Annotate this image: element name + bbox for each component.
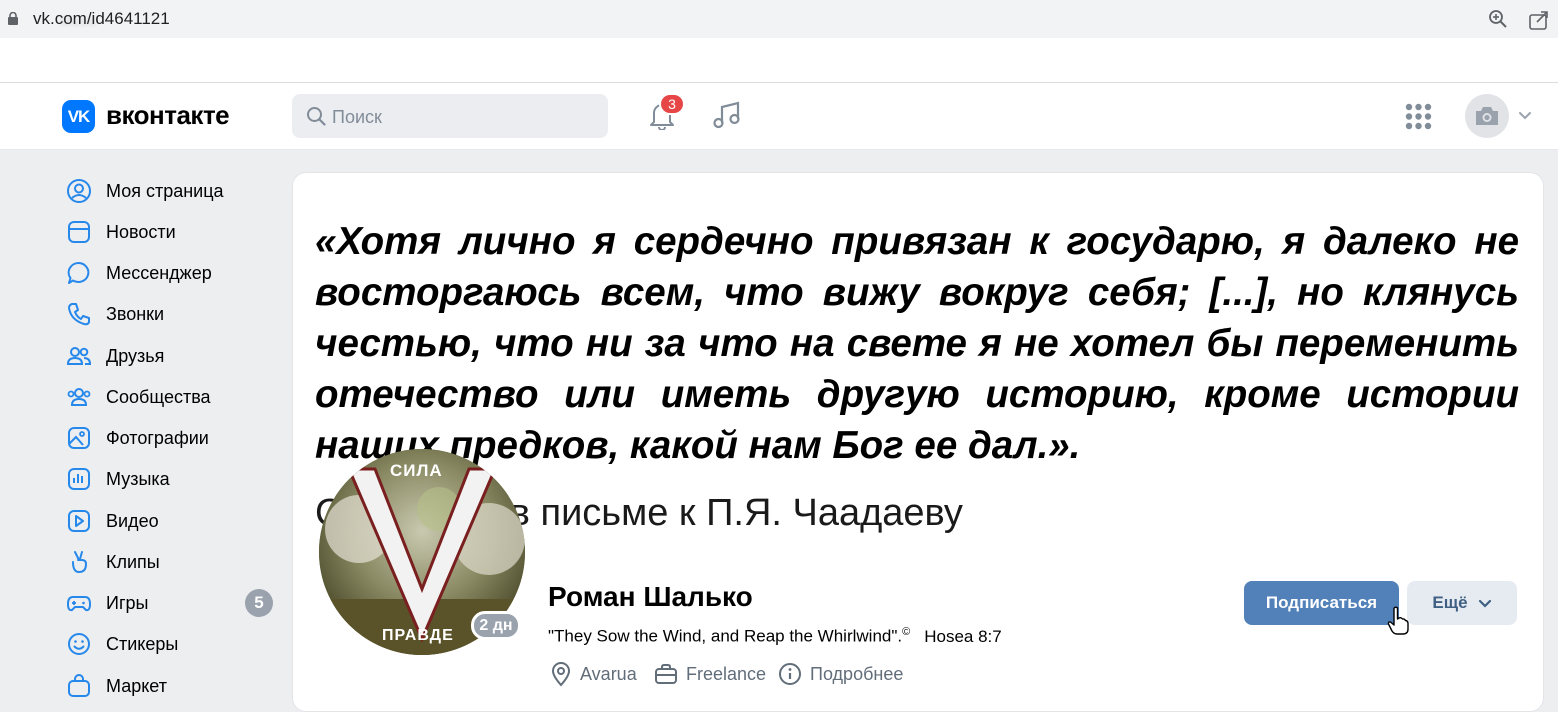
clips-icon: [72, 551, 88, 574]
sidebar-item-label: Моя страница: [106, 180, 224, 201]
sidebar-item-label: Звонки: [106, 303, 165, 324]
hand-cursor-icon: [1387, 606, 1409, 635]
last-seen-badge: 2 дн: [471, 611, 521, 640]
more-details-text: Подробнее: [810, 663, 904, 684]
sidebar-item-calls[interactable]: Звонки: [62, 296, 282, 332]
sidebar-item-label: Маркет: [106, 675, 167, 696]
phone-icon: [68, 303, 90, 326]
sidebar-item-label: Стикеры: [106, 633, 179, 654]
camera-icon: [1476, 107, 1498, 125]
subscribe-button[interactable]: Подписаться: [1244, 581, 1399, 625]
status-verse: Hosea 8:7: [924, 626, 1002, 646]
sidebar-item-label: Друзья: [106, 345, 165, 366]
sidebar-item-label: Клипы: [106, 551, 160, 572]
sidebar-item-market[interactable]: Маркет: [62, 668, 282, 704]
message-icon: [67, 261, 90, 284]
url-field[interactable]: vk.com/id4641121: [33, 9, 170, 29]
sidebar-item-friends[interactable]: Друзья: [62, 338, 282, 374]
avatar-bottom-text: ПРАВДЕ: [382, 627, 454, 644]
sidebar-item-stickers[interactable]: Стикеры: [62, 626, 282, 662]
status-copyright-mark: ©: [902, 626, 911, 638]
avatar-top-text: СИЛА: [390, 461, 443, 480]
bookmark-item[interactable]: Music: [60, 13, 97, 29]
chevron-down-icon: [1478, 599, 1491, 608]
sidebar-item-label: Фотографии: [106, 427, 209, 448]
sidebar-item-my-page[interactable]: Моя страница: [62, 173, 282, 209]
communities-icon: [67, 388, 91, 406]
sidebar-item-label: Мессенджер: [106, 262, 212, 283]
sidebar-item-video[interactable]: Видео: [62, 503, 282, 539]
search-icon: [307, 107, 326, 126]
notification-badge: 3: [659, 93, 685, 115]
info-job[interactable]: Freelance: [654, 661, 766, 687]
bag-icon: [68, 674, 90, 697]
music-icon[interactable]: [712, 100, 742, 130]
info-icon: [779, 663, 801, 685]
sidebar-item-label: Музыка: [106, 468, 170, 489]
user-circle-icon: [67, 179, 91, 203]
profile-status: "They Sow the Wind, and Reap the Whirlwi…: [548, 626, 1002, 647]
photo-icon: [68, 427, 90, 449]
apps-grid-icon[interactable]: [1405, 103, 1432, 130]
friends-icon: [66, 347, 92, 365]
briefcase-icon: [655, 664, 677, 684]
search-input[interactable]: [330, 102, 594, 132]
job-text: Freelance: [686, 663, 767, 684]
vk-header: [0, 83, 1558, 150]
gamepad-icon: [67, 596, 91, 612]
sidebar-item-label: Игры: [106, 592, 149, 613]
smile-icon: [68, 633, 90, 655]
vk-logo[interactable]: VK: [62, 100, 95, 133]
bookmarks-bar: [0, 38, 1558, 83]
cover-quote: «Хотя лично я сердечно привязан к госуда…: [315, 220, 1519, 467]
video-icon: [68, 510, 90, 532]
zoom-icon[interactable]: [1488, 9, 1508, 29]
info-location[interactable]: Avarua: [550, 661, 637, 687]
browser-address-bar: [0, 0, 1558, 38]
chevron-down-icon[interactable]: [1518, 110, 1532, 120]
sidebar-item-music[interactable]: Музыка: [62, 461, 282, 497]
sidebar-item-label: Новости: [106, 221, 176, 242]
location-text: Avarua: [580, 663, 637, 684]
sidebar-item-communities[interactable]: Сообщества: [62, 379, 282, 415]
profile-name: Роман Шалько: [548, 581, 753, 612]
lock-icon: [8, 12, 18, 25]
vk-wordmark[interactable]: вконтакте: [106, 100, 230, 131]
status-text: "They Sow the Wind, and Reap the Whirlwi…: [548, 626, 903, 646]
music-chart-icon: [68, 468, 90, 490]
sidebar-item-messenger[interactable]: Мессенджер: [62, 255, 282, 291]
sidebar-item-clips[interactable]: Клипы: [62, 544, 282, 580]
sidebar-item-label: Сообщества: [106, 386, 211, 407]
sidebar-item-label: Видео: [106, 510, 159, 531]
share-icon[interactable]: [1528, 9, 1550, 31]
sidebar-item-news[interactable]: Новости: [62, 214, 282, 250]
more-button[interactable]: Ещё: [1407, 581, 1517, 625]
info-more-details[interactable]: Подробнее: [778, 661, 903, 687]
news-icon: [68, 221, 90, 243]
more-button-label: Ещё: [1432, 593, 1468, 612]
games-count-badge: 5: [245, 589, 273, 617]
sidebar-item-photos[interactable]: Фотографии: [62, 420, 282, 456]
location-pin-icon: [551, 662, 571, 687]
